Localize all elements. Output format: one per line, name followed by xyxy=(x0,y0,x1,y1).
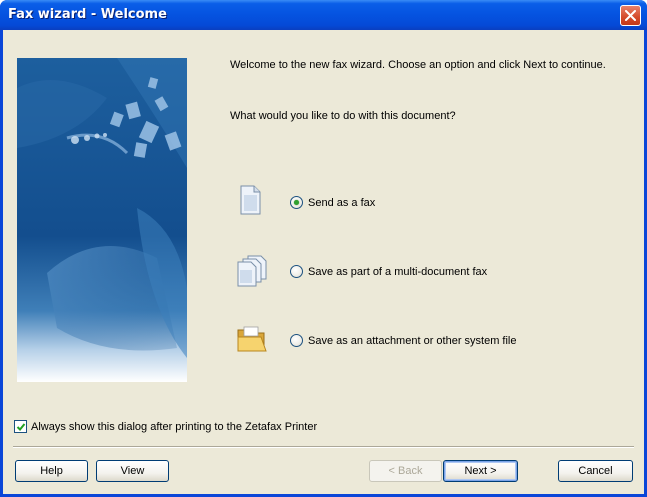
view-button[interactable]: View xyxy=(96,460,169,482)
radio-save-as-attachment[interactable] xyxy=(290,334,303,347)
radio-send-as-fax[interactable] xyxy=(290,196,303,209)
help-button-label: Help xyxy=(40,465,63,477)
option-label: Send as a fax xyxy=(308,196,376,209)
question-text: What would you like to do with this docu… xyxy=(230,110,456,122)
cancel-button-label: Cancel xyxy=(578,465,613,477)
checkmark-icon xyxy=(16,423,26,431)
view-button-label: View xyxy=(120,465,145,477)
multi-page-icon xyxy=(237,255,267,290)
folder-icon xyxy=(237,325,267,356)
fax-wizard-window: Fax wizard - Welcome Welcome to the new … xyxy=(0,0,647,497)
intro-text: Welcome to the new fax wizard. Choose an… xyxy=(230,59,606,71)
option-label: Save as an attachment or other system fi… xyxy=(308,334,517,347)
always-show-label: Always show this dialog after printing t… xyxy=(31,420,318,433)
option-save-as-attachment[interactable]: Save as an attachment or other system fi… xyxy=(290,334,517,347)
always-show-checkbox[interactable] xyxy=(14,420,27,433)
page-icon xyxy=(239,185,261,218)
back-button-label: < Back xyxy=(388,465,423,477)
wizard-banner-image xyxy=(17,58,187,382)
close-button[interactable] xyxy=(620,5,641,26)
title-bar[interactable]: Fax wizard - Welcome xyxy=(0,0,647,30)
option-send-as-fax[interactable]: Send as a fax xyxy=(290,196,375,209)
help-button[interactable]: Help xyxy=(15,460,88,482)
footer-separator xyxy=(13,446,634,448)
next-button[interactable]: Next > xyxy=(443,460,518,482)
close-icon xyxy=(625,10,636,21)
window-title: Fax wizard - Welcome xyxy=(8,7,167,22)
next-button-label: Next > xyxy=(464,465,497,477)
back-button[interactable]: < Back xyxy=(369,460,442,482)
option-multi-document-fax[interactable]: Save as part of a multi-document fax xyxy=(290,265,487,278)
radio-multi-document-fax[interactable] xyxy=(290,265,303,278)
cancel-button[interactable]: Cancel xyxy=(558,460,633,482)
always-show-checkbox-row[interactable]: Always show this dialog after printing t… xyxy=(14,420,317,433)
option-label: Save as part of a multi-document fax xyxy=(308,265,488,278)
dialog-body: Welcome to the new fax wizard. Choose an… xyxy=(3,30,644,494)
